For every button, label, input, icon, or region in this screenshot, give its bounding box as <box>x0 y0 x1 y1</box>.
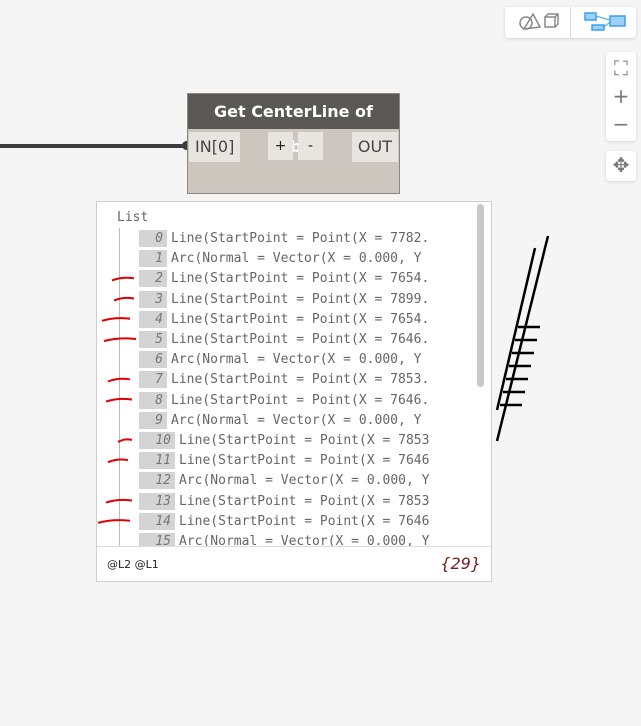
graph-view-button[interactable] <box>571 10 636 39</box>
red-annotation-mark <box>101 317 131 322</box>
graph-icon <box>583 12 626 31</box>
zoom-controls: ⛶ + − <box>606 52 636 141</box>
pan-icon[interactable]: ✥ <box>606 153 636 177</box>
red-annotation-mark <box>117 438 133 443</box>
red-annotation-mark <box>107 458 129 464</box>
pan-control: ✥ <box>606 151 636 181</box>
red-annotation-mark <box>107 377 131 383</box>
red-annotation-mark <box>105 397 133 403</box>
red-annotation-mark <box>111 276 135 282</box>
zoom-in-icon[interactable]: + <box>606 84 636 108</box>
rebar-sketch <box>495 235 550 442</box>
red-annotation-mark <box>113 296 135 302</box>
red-annotation-mark <box>103 337 137 342</box>
fit-view-icon[interactable]: ⛶ <box>606 56 636 80</box>
geometry-icon <box>518 12 559 30</box>
annotation-marks <box>97 235 550 524</box>
geometry-view-button[interactable] <box>505 10 570 37</box>
view-toggle <box>505 7 636 38</box>
red-annotation-mark <box>97 519 131 524</box>
red-annotation-mark <box>105 498 133 504</box>
zoom-out-icon[interactable]: − <box>606 112 636 136</box>
